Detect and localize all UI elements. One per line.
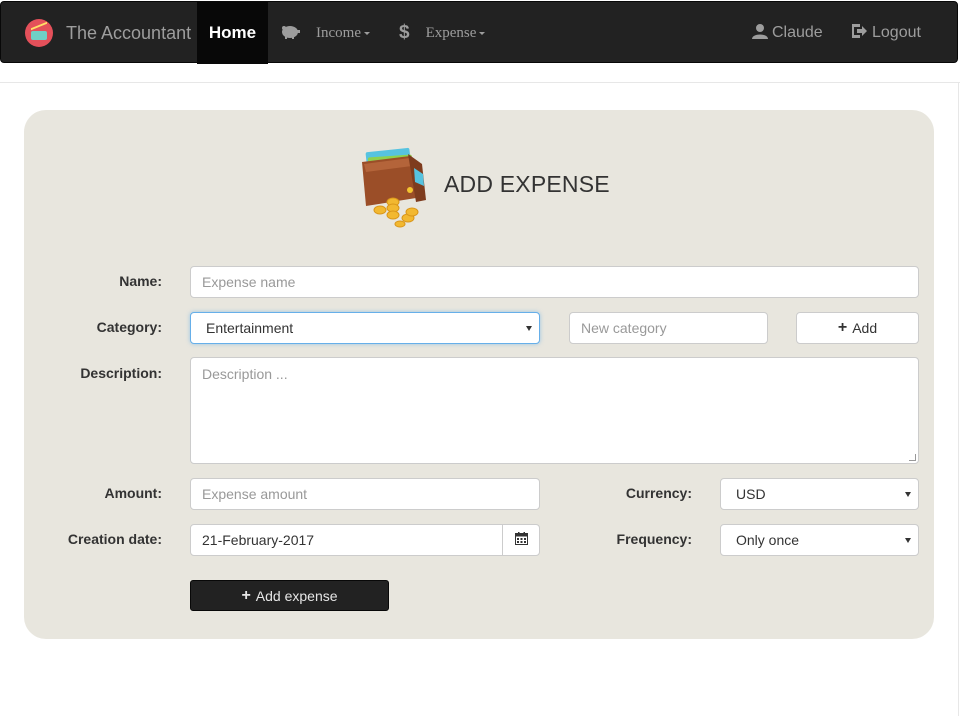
category-select[interactable]: Entertainment [190,312,540,344]
frequency-label: Frequency: [616,531,692,547]
nav-expense-dropdown[interactable]: $ Expense [399,2,486,64]
brand-name: The Accountant [66,22,192,43]
plus-icon: + [837,319,848,336]
navbar: The Accountant Home Income $ Expense Cla… [0,1,958,64]
add-category-label: Add [852,320,878,336]
amount-label: Amount: [104,485,162,501]
calendar-icon [514,532,528,548]
nav-income-dropdown[interactable]: Income [280,2,370,64]
nav-logout-label: Logout [872,24,921,41]
add-expense-button[interactable]: + Add expense [190,580,389,611]
expense-name-input[interactable]: Expense name [190,266,919,298]
add-expense-label: Add expense [255,587,338,604]
select-arrow-icon [905,538,911,543]
description-label: Description: [80,365,162,381]
amount-input[interactable]: Expense amount [190,478,540,510]
add-category-button[interactable]: + Add [796,312,919,344]
chevron-down-icon [363,31,370,35]
app-logo-icon [25,19,53,47]
description-textarea[interactable]: Description ... [190,357,919,464]
calendar-button[interactable] [502,524,540,556]
frequency-select[interactable]: Only once [720,524,919,556]
nav-home[interactable]: Home [197,2,268,64]
header-divider [0,82,960,83]
creation-date-label: Creation date: [67,531,162,547]
piggy-bank-icon [280,24,300,43]
description-placeholder: Description ... [202,366,288,382]
nav-user-label: Claude [772,24,823,41]
page-title: ADD EXPENSE [444,171,610,197]
category-label: Category: [96,319,162,335]
new-category-input[interactable]: New category [569,312,768,344]
brand-link[interactable]: The Accountant [25,19,191,47]
currency-select[interactable]: USD [720,478,919,510]
plus-icon: + [241,586,251,604]
logout-icon [851,23,872,44]
nav-income-label: Income [316,24,361,41]
wallet-icon [360,144,430,228]
nav-home-label: Home [208,23,257,42]
select-arrow-icon [526,326,532,331]
currency-label: Currency: [625,485,692,501]
name-label: Name: [119,273,162,289]
select-arrow-icon [905,492,911,497]
page-edge [958,82,959,716]
category-value: Entertainment [206,320,294,336]
creation-date-input[interactable]: 21-February-2017 [190,524,503,556]
dollar-icon: $ [399,22,410,43]
resize-handle[interactable] [909,454,916,461]
nav-expense-label: Expense [425,24,477,41]
user-icon [752,23,772,44]
chevron-down-icon [479,31,486,35]
currency-value: USD [736,486,766,502]
frequency-value: Only once [736,532,800,548]
nav-user[interactable]: Claude [752,2,823,64]
nav-logout[interactable]: Logout [851,2,921,64]
